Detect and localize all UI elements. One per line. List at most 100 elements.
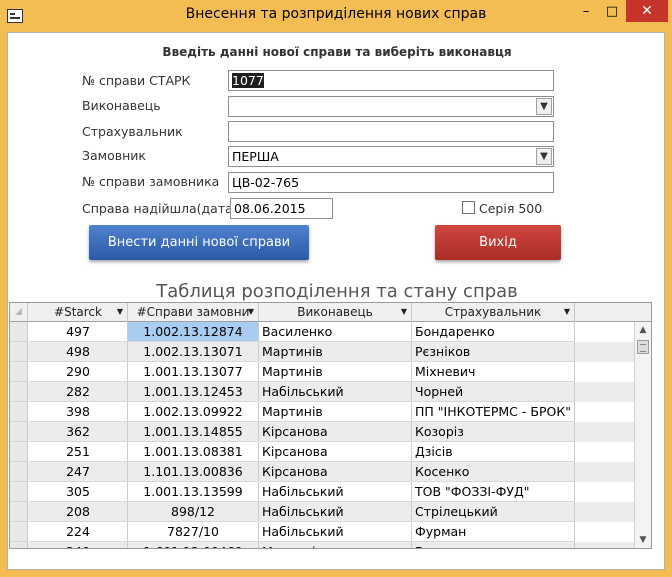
scroll-down-icon[interactable]: ▼ [635,532,651,548]
cell-client-case[interactable]: 1.001.13.13599 [128,482,259,502]
column-header-executor[interactable]: Виконавець ▼ [259,303,412,322]
row-selector[interactable] [10,382,28,402]
table-row[interactable]: 282 1.001.13.12453 Набільський Чорней [10,382,635,402]
row-selector[interactable] [10,522,28,542]
row-selector[interactable] [10,422,28,442]
cell-insurer[interactable]: Козоріз [412,422,575,442]
column-header-client-case[interactable]: #Справи замовни ▼ [128,303,259,322]
column-header-starck[interactable]: #Starck ▼ [29,303,128,322]
cell-client-case[interactable]: 1.002.13.12874 [128,322,259,342]
cell-insurer[interactable]: Міхневич [412,362,575,382]
cell-insurer[interactable]: Дзісів [412,442,575,462]
table-header: #Starck ▼ #Справи замовни ▼ Виконавець ▼ Ст… [10,303,651,322]
table-row[interactable]: 290 1.001.13.13077 Мартинів Міхневич [10,362,635,382]
cell-executor[interactable]: Кірсанова [259,442,412,462]
cell-executor[interactable]: Мартинів [259,342,412,362]
chevron-down-icon[interactable]: ▼ [117,303,123,321]
cell-insurer[interactable]: Косенко [412,462,575,482]
row-selector[interactable] [10,342,28,362]
row-selector[interactable] [10,322,28,342]
cell-insurer[interactable]: ТОВ "ФОЗЗІ-ФУД" [412,482,575,502]
cell-executor[interactable]: Мартинів [259,402,412,422]
cell-starck[interactable]: 247 [29,462,128,482]
cell-executor[interactable]: Мартинів [259,362,412,382]
cell-starck[interactable]: 290 [29,362,128,382]
cell-client-case[interactable]: 1.002.13.13071 [128,342,259,362]
cell-starck[interactable]: 240 [29,542,128,548]
cell-executor[interactable]: Кірсанова [259,462,412,482]
date-input[interactable]: 08.06.2015 [230,198,333,219]
cell-client-case[interactable]: 1.601.13.00469 [128,542,259,548]
table-row[interactable]: 305 1.001.13.13599 Набільський ТОВ "ФОЗЗІ-Ф… [10,482,635,502]
cell-insurer[interactable]: Ватрав [412,542,575,548]
cell-insurer[interactable]: Чорней [412,382,575,402]
cell-executor[interactable]: Набільський [259,382,412,402]
table-row[interactable]: 247 1.101.13.00836 Кірсанова Косенко [10,462,635,482]
executor-combo[interactable]: ▼ [228,96,554,117]
cell-executor[interactable]: Кірсанова [259,422,412,442]
row-selector[interactable] [10,362,28,382]
client-combo[interactable]: ПЕРША ▼ [228,146,554,167]
chevron-down-icon[interactable]: ▼ [536,148,552,165]
close-button[interactable]: ✕ [626,0,668,22]
row-selector[interactable] [10,502,28,522]
chevron-down-icon[interactable]: ▼ [536,98,552,115]
table-row[interactable]: 498 1.002.13.13071 Мартинів Рєзніков [10,342,635,362]
chevron-down-icon[interactable]: ▼ [401,303,407,321]
row-selector[interactable] [10,482,28,502]
cell-insurer[interactable]: Бондаренко [412,322,575,342]
row-selector[interactable] [10,402,28,422]
cell-starck[interactable]: 497 [29,322,128,342]
cell-client-case[interactable]: 898/12 [128,502,259,522]
submit-case-button[interactable]: Внести данні нової справи [89,225,309,260]
client-case-input[interactable]: ЦВ-02-765 [228,172,554,193]
cell-insurer[interactable]: Фурман [412,522,575,542]
table-row[interactable]: 208 898/12 Набільський Стрілецький [10,502,635,522]
cell-starck[interactable]: 208 [29,502,128,522]
chevron-down-icon[interactable]: ▼ [564,303,570,321]
scroll-up-icon[interactable]: ▲ [635,322,651,338]
cell-starck[interactable]: 498 [29,342,128,362]
cell-insurer[interactable]: Рєзніков [412,342,575,362]
cell-executor[interactable]: Набільський [259,502,412,522]
cell-executor[interactable]: Набільський [259,522,412,542]
row-selector[interactable] [10,462,28,482]
case-starck-input[interactable]: 1077 [228,70,554,91]
cell-starck[interactable]: 251 [29,442,128,462]
cell-insurer[interactable]: Стрілецький [412,502,575,522]
series-500-checkbox[interactable] [462,201,475,214]
row-selector[interactable] [10,542,28,548]
exit-button[interactable]: Вихід [435,225,561,260]
cell-client-case[interactable]: 1.002.13.09922 [128,402,259,422]
table-row[interactable]: 224 7827/10 Набільський Фурман [10,522,635,542]
table-row[interactable]: 398 1.002.13.09922 Мартинів ПП "ІНКОТЕРМС -… [10,402,635,422]
insurer-input[interactable] [228,121,554,142]
cell-client-case[interactable]: 7827/10 [128,522,259,542]
cell-executor[interactable]: Мартинів [259,542,412,548]
cell-client-case[interactable]: 1.001.13.12453 [128,382,259,402]
vertical-scrollbar[interactable]: ▲ ▼ [634,322,651,548]
table-row[interactable]: 2401.601.13.00469МартинівВатрав [10,542,635,548]
cell-client-case[interactable]: 1.001.13.13077 [128,362,259,382]
row-selector[interactable] [10,442,28,462]
column-header-insurer[interactable]: Страхувальник ▼ [412,303,575,322]
chevron-down-icon[interactable]: ▼ [248,303,254,321]
table-row[interactable]: 497 1.002.13.12874 Василенко Бондаренко [10,322,635,342]
table-row[interactable]: 362 1.001.13.14855 Кірсанова Козоріз [10,422,635,442]
select-all-corner[interactable] [10,303,28,322]
cell-insurer[interactable]: ПП "ІНКОТЕРМС - БРОК" [412,402,575,422]
cell-executor[interactable]: Василенко [259,322,412,342]
table-row[interactable]: 251 1.001.13.08381 Кірсанова Дзісів [10,442,635,462]
cell-client-case[interactable]: 1.101.13.00836 [128,462,259,482]
cell-starck[interactable]: 305 [29,482,128,502]
cell-starck[interactable]: 398 [29,402,128,422]
minimize-button[interactable]: – [574,2,598,22]
maximize-button[interactable]: □ [600,2,624,22]
cell-starck[interactable]: 224 [29,522,128,542]
cell-starck[interactable]: 282 [29,382,128,402]
scrollbar-thumb[interactable] [637,340,649,354]
cell-starck[interactable]: 362 [29,422,128,442]
cell-client-case[interactable]: 1.001.13.14855 [128,422,259,442]
cell-executor[interactable]: Набільський [259,482,412,502]
cell-client-case[interactable]: 1.001.13.08381 [128,442,259,462]
